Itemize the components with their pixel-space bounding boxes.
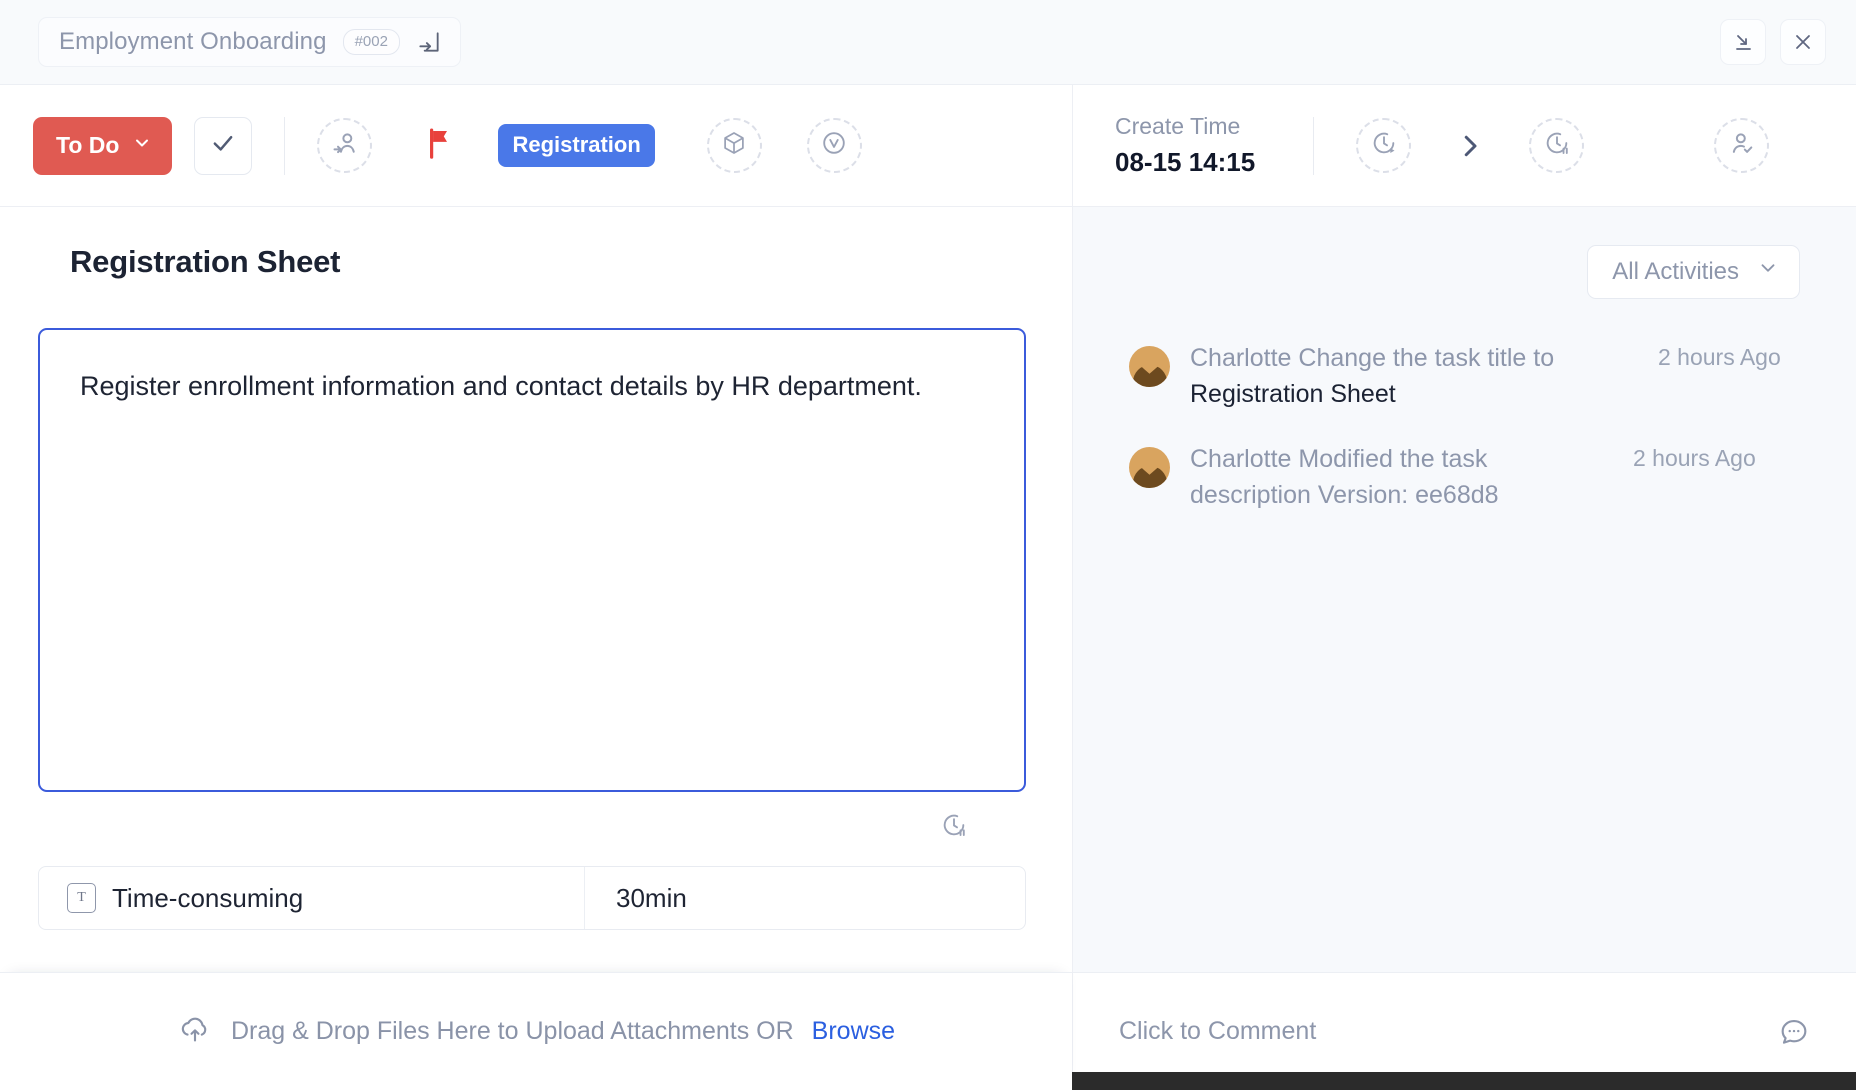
comment-dots-icon[interactable] (1778, 1016, 1810, 1048)
add-person-icon (331, 129, 359, 162)
create-time-value: 08-15 14:15 (1115, 147, 1255, 178)
avatar (1129, 447, 1170, 488)
activity-text: Charlotte Change the task title to Regis… (1190, 341, 1630, 412)
activity-timestamp: 2 hours Ago (1625, 442, 1800, 475)
breadcrumb[interactable]: Employment Onboarding #002 (38, 17, 461, 67)
check-icon (209, 129, 237, 162)
close-button[interactable] (1780, 19, 1826, 65)
activity-actor: Charlotte (1190, 344, 1291, 372)
activity-filter-label: All Activities (1612, 258, 1739, 286)
task-id-badge: #002 (343, 29, 400, 55)
field-label: Time-consuming (112, 883, 303, 914)
time-divider (1313, 117, 1314, 175)
task-toolbar: To Do (0, 85, 1072, 207)
list-item[interactable]: Charlotte Change the task title to Regis… (1129, 341, 1800, 412)
activity-action: Change the task title to (1291, 344, 1554, 372)
titlebar-actions (1720, 19, 1826, 65)
add-assignee-button[interactable] (317, 118, 372, 173)
task-detail-pane: To Do (0, 85, 1073, 1090)
clock-pause-icon[interactable] (940, 811, 968, 844)
chevron-down-icon (132, 132, 152, 159)
dependency-button[interactable] (707, 118, 762, 173)
start-time-button[interactable] (1356, 118, 1411, 173)
open-in-new-icon[interactable] (416, 29, 442, 55)
page-title: Registration Sheet (70, 244, 1072, 280)
breadcrumb-title: Employment Onboarding (59, 28, 327, 56)
description-editor[interactable]: Register enrollment information and cont… (38, 328, 1026, 792)
avatar (1129, 346, 1170, 387)
priority-flag-button[interactable] (424, 127, 454, 164)
chevron-down-icon (1757, 257, 1779, 286)
custom-fields-table: T Time-consuming 30min (38, 866, 1026, 930)
browse-link[interactable]: Browse (812, 1017, 895, 1046)
time-toolbar: Create Time 08-15 14:15 (1073, 85, 1856, 207)
activity-list-container: All Activities Charlotte Change the task… (1073, 207, 1856, 972)
clock-play-icon (1370, 129, 1398, 162)
description-text: Register enrollment information and cont… (80, 366, 984, 407)
approver-button[interactable] (1714, 118, 1769, 173)
description-meta (0, 811, 1026, 844)
attachment-dropzone[interactable]: Drag & Drop Files Here to Upload Attachm… (0, 972, 1072, 1090)
comment-input[interactable]: Click to Comment (1119, 1017, 1316, 1046)
cloud-upload-icon (177, 1013, 213, 1050)
clock-pause-icon (1543, 129, 1571, 162)
table-row[interactable]: T Time-consuming 30min (39, 867, 1025, 929)
field-value-cell[interactable]: 30min (585, 867, 1025, 929)
task-content: Registration Sheet Register enrollment i… (0, 207, 1072, 972)
tag-registration[interactable]: Registration (498, 124, 654, 167)
mark-complete-button[interactable] (194, 117, 252, 175)
activity-highlight: Registration Sheet (1190, 380, 1396, 408)
text-field-icon: T (67, 883, 96, 913)
field-key-cell: T Time-consuming (39, 867, 585, 929)
activity-pane: Create Time 08-15 14:15 (1073, 85, 1856, 1090)
version-button[interactable] (807, 118, 862, 173)
activity-body: Charlotte Modified the task description … (1190, 442, 1605, 513)
activity-actor: Charlotte (1190, 445, 1291, 473)
activity-body: Charlotte Change the task title to Regis… (1190, 341, 1630, 412)
activity-text: Charlotte Modified the task description … (1190, 442, 1605, 513)
minimize-button[interactable] (1720, 19, 1766, 65)
person-check-icon (1728, 129, 1756, 162)
status-label: To Do (56, 132, 119, 159)
chevron-right-icon[interactable] (1455, 131, 1485, 161)
version-circle-icon (820, 129, 848, 162)
cube-icon (721, 130, 747, 161)
create-time-label: Create Time (1115, 113, 1255, 140)
upload-hint-text: Drag & Drop Files Here to Upload Attachm… (231, 1017, 794, 1046)
activity-list: Charlotte Change the task title to Regis… (1129, 341, 1800, 513)
modal-title-bar: Employment Onboarding #002 (0, 0, 1856, 85)
status-dropdown[interactable]: To Do (33, 117, 172, 175)
modal-body: To Do (0, 85, 1856, 1090)
activity-filter-dropdown[interactable]: All Activities (1587, 245, 1800, 299)
toolbar-divider (284, 117, 285, 175)
end-time-button[interactable] (1529, 118, 1584, 173)
activity-filter-row: All Activities (1129, 245, 1800, 299)
create-time-block: Create Time 08-15 14:15 (1115, 113, 1255, 178)
activity-timestamp: 2 hours Ago (1650, 341, 1800, 374)
list-item[interactable]: Charlotte Modified the task description … (1129, 442, 1800, 513)
flag-icon (424, 127, 454, 164)
